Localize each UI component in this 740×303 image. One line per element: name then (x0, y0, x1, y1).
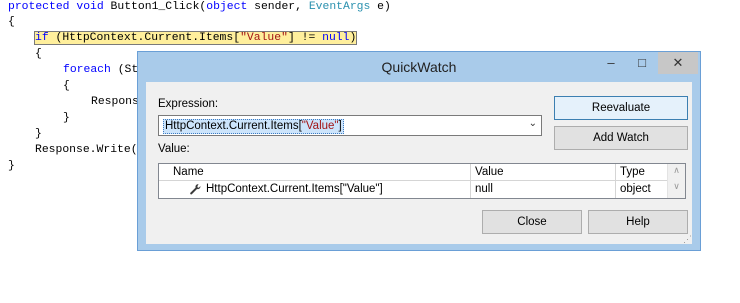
resize-grip-icon[interactable]: ⋰ (683, 235, 692, 244)
expression-text: HttpContext.Current.Items[ (165, 120, 302, 132)
code-line-6: { (63, 80, 70, 92)
expression-combobox[interactable]: HttpContext.Current.Items["Value"] ⌄ (158, 115, 542, 136)
grid-cell-type: object (616, 181, 669, 198)
dialog-client-area: Expression: HttpContext.Current.Items["V… (146, 82, 692, 244)
close-button[interactable]: Close (482, 210, 582, 234)
reevaluate-button[interactable]: Reevaluate (554, 96, 688, 120)
minimize-button[interactable]: – (596, 52, 626, 74)
quickwatch-dialog: QuickWatch – □ ✕ Expression: HttpContext… (137, 51, 701, 251)
add-watch-button[interactable]: Add Watch (554, 126, 688, 150)
current-statement-highlight: if (HttpContext.Current.Items["Value"] !… (33, 31, 358, 45)
code-type: EventArgs (308, 1, 371, 13)
code-line-8: } (63, 112, 70, 124)
grid-header-value[interactable]: Value (471, 164, 616, 181)
chevron-down-icon[interactable]: ⌄ (529, 118, 537, 129)
code-text: sender, (247, 1, 309, 13)
scroll-down-icon[interactable]: ∨ (668, 181, 685, 192)
close-icon: ✕ (672, 55, 684, 70)
grid-cell-value: null (471, 181, 616, 198)
expression-label: Expression: (158, 98, 219, 110)
expression-string: "Value" (301, 120, 339, 132)
code-line-10: Response.Write( (35, 144, 138, 156)
help-button[interactable]: Help (588, 210, 688, 234)
code-line-4: { (35, 48, 42, 60)
value-grid[interactable]: Name Value Type HttpContext.Current.Item… (158, 163, 686, 199)
code-line-5: foreach (St (63, 63, 138, 77)
code-line-1: protected void Button1_Click(object send… (8, 0, 391, 14)
code-line-7: Respons (91, 96, 139, 108)
value-label: Value: (158, 143, 190, 155)
expression-input[interactable]: HttpContext.Current.Items["Value"] (163, 119, 344, 134)
row-name-text: HttpContext.Current.Items["Value"] (206, 183, 383, 195)
code-keyword: if (35, 32, 49, 44)
dialog-title-bar[interactable]: QuickWatch – □ ✕ (138, 52, 700, 82)
code-text: e) (370, 1, 391, 13)
code-line-3: if (HttpContext.Current.Items["Value"] !… (33, 31, 358, 45)
maximize-button[interactable]: □ (627, 52, 657, 74)
wrench-icon (190, 184, 201, 195)
code-text: ) (349, 32, 357, 44)
scroll-up-icon[interactable]: ∧ (668, 165, 685, 176)
grid-header-name[interactable]: Name (159, 164, 471, 181)
code-string: "Value" (240, 32, 288, 44)
expression-text-end: ] (338, 120, 342, 132)
code-line-11: } (8, 160, 15, 172)
code-text: Button1_Click( (103, 1, 207, 13)
code-keyword: protected (8, 1, 70, 13)
grid-cell-name: HttpContext.Current.Items["Value"] (159, 181, 471, 198)
code-text: (St (110, 64, 139, 76)
grid-header-type[interactable]: Type (616, 164, 669, 181)
code-keyword: foreach (63, 64, 111, 76)
code-keyword: void (76, 1, 104, 13)
code-text: (HttpContext.Current.Items[ (48, 32, 241, 44)
close-window-button[interactable]: ✕ (658, 52, 698, 74)
code-line-9: } (35, 128, 42, 140)
grid-scrollbar[interactable]: ∧ ∨ (667, 164, 685, 198)
code-keyword: object (206, 1, 248, 13)
code-line-2: { (8, 16, 15, 28)
code-text: ] != (287, 32, 323, 44)
code-keyword: null (322, 32, 350, 44)
